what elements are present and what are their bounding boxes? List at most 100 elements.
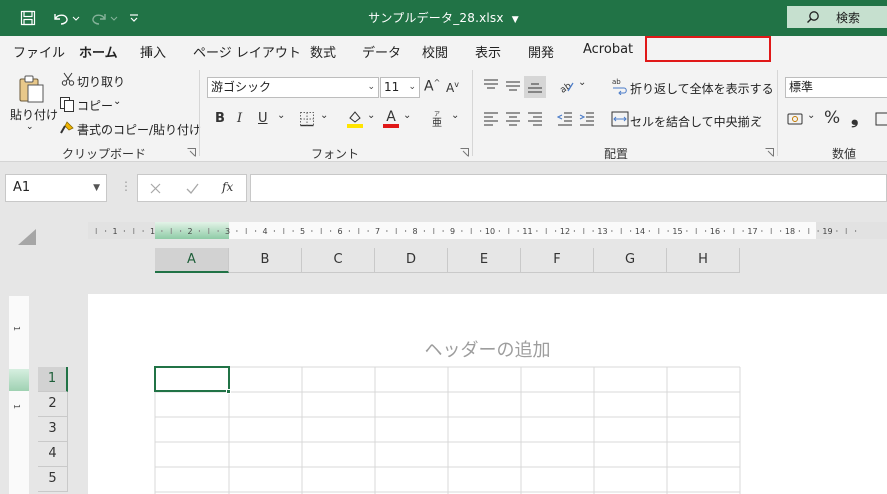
fill-handle[interactable] <box>226 389 231 394</box>
ribbon: 貼り付け ⌄ 切り取り コピー ⌄ 書式のコピー/貼り付け クリップボード 游ゴ… <box>0 64 887 162</box>
number-format-select[interactable]: 標準 <box>785 77 887 98</box>
decrease-indent-icon[interactable] <box>556 111 574 127</box>
column-header-e[interactable]: E <box>448 248 521 273</box>
copy-label[interactable]: コピー <box>77 97 113 114</box>
clipboard-dialog-launcher-icon[interactable] <box>187 148 196 157</box>
name-box-dropdown-icon[interactable]: ▼ <box>93 175 100 201</box>
align-bottom-icon[interactable] <box>524 76 546 98</box>
italic-button[interactable]: I <box>237 111 242 126</box>
name-box[interactable]: A1 ▼ <box>5 174 107 202</box>
selected-cell-a1[interactable] <box>154 366 230 392</box>
column-header-d[interactable]: D <box>375 248 448 273</box>
font-name-dropdown-icon: ⌄ <box>367 82 375 92</box>
column-header-a[interactable]: A <box>155 248 229 273</box>
merge-center-dropdown-icon[interactable]: ⌄ <box>755 111 763 122</box>
tab-developer[interactable]: 開発 <box>528 42 554 61</box>
cell-gridlines <box>154 366 741 494</box>
formula-bar-grip-icon[interactable]: ⋮ <box>120 179 132 193</box>
title-dropdown-icon[interactable]: ▼ <box>512 15 519 25</box>
orientation-dropdown-icon[interactable]: ⌄ <box>578 77 586 88</box>
select-all-button[interactable] <box>18 229 36 245</box>
border-dropdown-icon[interactable]: ⌄ <box>320 110 328 121</box>
tab-acrobat[interactable]: Acrobat <box>583 42 633 57</box>
increase-indent-icon[interactable] <box>578 111 596 127</box>
column-headers: A B C D E F G H <box>155 248 740 273</box>
ruler-label: 11 <box>522 227 532 236</box>
ruler-margin-left <box>88 222 155 239</box>
highlight-annotation-box <box>645 36 771 62</box>
tab-insert[interactable]: 挿入 <box>140 42 166 61</box>
number-group-label: 数値 <box>832 147 857 161</box>
row-header-1[interactable]: 1 <box>38 367 68 392</box>
orientation-icon[interactable]: ab <box>556 76 576 96</box>
cancel-icon[interactable] <box>150 183 161 194</box>
page-sheet: ヘッダーの追加 <box>88 294 887 494</box>
phonetic-guide-icon[interactable]: ア亜 <box>429 110 447 128</box>
font-name-select[interactable]: 游ゴシック ⌄ <box>207 77 379 98</box>
bold-button[interactable]: B <box>215 111 225 126</box>
alignment-dialog-launcher-icon[interactable] <box>765 148 774 157</box>
row-header-2[interactable]: 2 <box>38 392 68 417</box>
svg-text:ab: ab <box>559 81 574 95</box>
align-top-icon[interactable] <box>482 77 500 95</box>
font-color-glyph: A <box>386 109 396 125</box>
wrap-text-icon[interactable]: ab <box>612 77 628 95</box>
svg-text:ab: ab <box>612 78 621 86</box>
column-header-f[interactable]: F <box>521 248 594 273</box>
tab-data[interactable]: データ <box>362 42 401 61</box>
font-color-dropdown-icon[interactable]: ⌄ <box>403 110 411 121</box>
search-box[interactable]: 検索 <box>787 6 887 28</box>
accounting-format-icon[interactable] <box>787 111 805 127</box>
formula-buttons: fx <box>137 174 247 202</box>
column-header-c[interactable]: C <box>302 248 375 273</box>
font-color-icon[interactable]: A <box>382 109 400 129</box>
accounting-format-dropdown-icon[interactable]: ⌄ <box>807 110 815 121</box>
paste-icon[interactable] <box>14 72 48 106</box>
fill-color-dropdown-icon[interactable]: ⌄ <box>367 110 375 121</box>
tab-file[interactable]: ファイル <box>13 42 65 61</box>
increase-font-size-icon[interactable]: A^ <box>424 78 440 95</box>
cut-label[interactable]: 切り取り <box>77 73 125 90</box>
align-center-icon[interactable] <box>504 111 522 127</box>
column-header-b[interactable]: B <box>229 248 302 273</box>
row-header-4[interactable]: 4 <box>38 442 68 467</box>
tab-page-layout[interactable]: ページ レイアウト <box>193 42 301 61</box>
tab-formulas[interactable]: 数式 <box>310 42 336 61</box>
column-header-g[interactable]: G <box>594 248 667 273</box>
align-middle-icon[interactable] <box>504 77 522 95</box>
percent-style-button[interactable]: % <box>824 108 840 128</box>
ruler-label: 12 <box>560 227 570 236</box>
ruler-label: 19 <box>822 227 832 236</box>
tab-review[interactable]: 校閲 <box>422 42 448 61</box>
paste-label[interactable]: 貼り付け <box>10 106 58 123</box>
underline-button[interactable]: U <box>258 111 268 126</box>
format-painter-icon[interactable] <box>59 120 75 136</box>
merge-center-label[interactable]: セルを結合して中央揃え <box>630 113 762 130</box>
fill-color-icon[interactable] <box>346 109 364 129</box>
tab-view[interactable]: 表示 <box>475 42 501 61</box>
copy-icon[interactable] <box>59 96 75 112</box>
border-icon[interactable] <box>299 111 315 127</box>
enter-icon[interactable] <box>186 183 199 194</box>
comma-style-icon[interactable]: ❟ <box>851 106 858 128</box>
format-painter-label[interactable]: 書式のコピー/貼り付け <box>77 121 201 138</box>
formula-input[interactable] <box>250 174 887 202</box>
cut-icon[interactable] <box>61 72 75 86</box>
copy-dropdown-icon[interactable]: ⌄ <box>113 96 121 107</box>
align-left-icon[interactable] <box>482 111 500 127</box>
underline-dropdown-icon[interactable]: ⌄ <box>277 110 285 121</box>
wrap-text-label[interactable]: 折り返して全体を表示する <box>630 80 774 97</box>
row-header-3[interactable]: 3 <box>38 417 68 442</box>
font-size-select[interactable]: 11 ⌄ <box>380 77 420 98</box>
decrease-font-size-icon[interactable]: Av <box>446 80 459 95</box>
increase-decimal-icon[interactable] <box>875 111 887 127</box>
paste-dropdown-icon[interactable]: ⌄ <box>26 122 34 132</box>
column-header-h[interactable]: H <box>667 248 740 273</box>
align-right-icon[interactable] <box>526 111 544 127</box>
row-header-5[interactable]: 5 <box>38 467 68 492</box>
tab-home[interactable]: ホーム <box>79 42 118 67</box>
phonetic-guide-dropdown-icon[interactable]: ⌄ <box>451 110 459 121</box>
insert-function-button[interactable]: fx <box>222 180 233 194</box>
font-dialog-launcher-icon[interactable] <box>460 148 469 157</box>
merge-center-icon[interactable] <box>611 110 629 128</box>
